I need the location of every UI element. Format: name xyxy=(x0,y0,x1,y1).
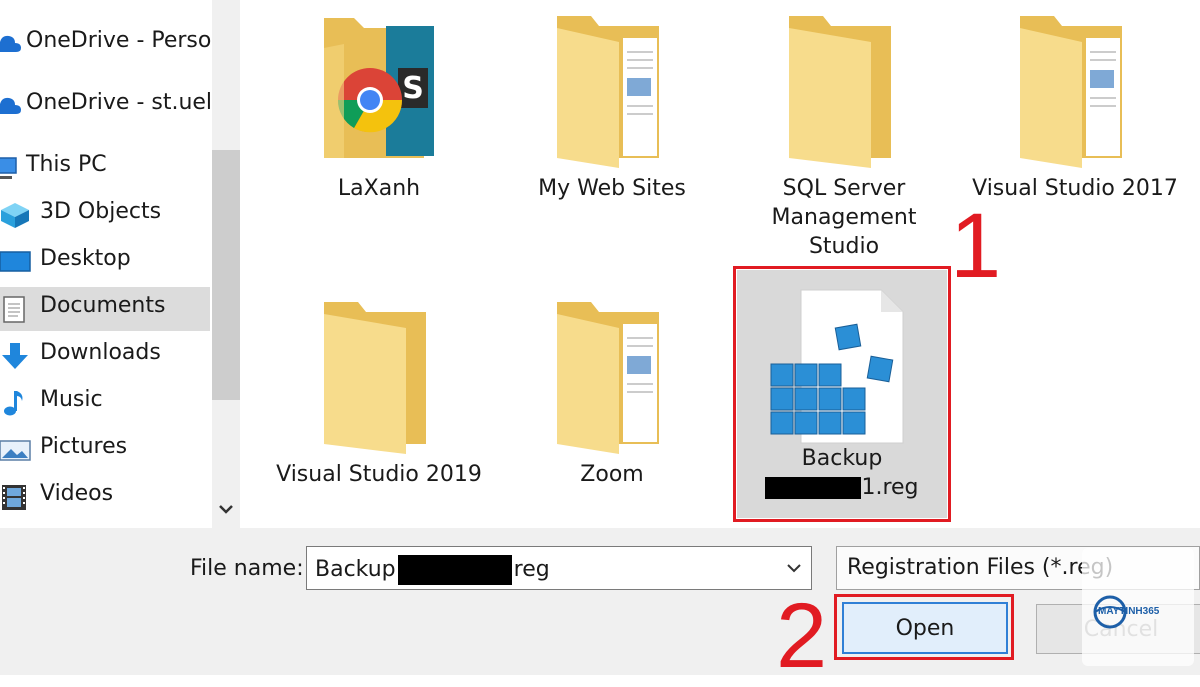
scroll-down-arrow-icon[interactable] xyxy=(212,494,240,524)
navigation-pane: OneDrive - Persor OneDrive - st.uel.e Th… xyxy=(0,0,240,528)
videos-film-icon xyxy=(2,485,26,510)
open-file-dialog: OneDrive - Persor OneDrive - st.uel.e Th… xyxy=(0,0,1200,682)
sidebar-item-label: Videos xyxy=(40,481,114,506)
dialog-footer: File name: Backup reg Registration Files … xyxy=(0,528,1200,682)
3d-objects-icon xyxy=(1,203,29,228)
file-name: SQL Server Management Studio xyxy=(771,176,917,259)
folder-with-documents-icon xyxy=(557,302,659,454)
folder-icon xyxy=(324,302,426,454)
folder-item-laxanh[interactable]: S LaXanh xyxy=(269,8,489,203)
sidebar-item-label: OneDrive - Persor xyxy=(26,28,221,53)
file-list-pane: S LaXanh My Web Sites SQL Server Managem… xyxy=(240,0,1200,528)
sidebar-item-onedrive-school[interactable]: OneDrive - st.uel.e xyxy=(0,84,233,128)
folder-with-chrome-icon: S xyxy=(324,18,434,158)
file-name-suffix: reg xyxy=(513,557,550,582)
documents-icon xyxy=(3,296,25,323)
step-number-1: 1 xyxy=(950,195,1002,297)
svg-text:S: S xyxy=(402,71,424,106)
sidebar-item-label: Desktop xyxy=(40,246,131,271)
sidebar-item-onedrive-personal[interactable]: OneDrive - Persor xyxy=(0,22,220,66)
sidebar-item-label: Pictures xyxy=(40,434,128,459)
sidebar-item-label: OneDrive - st.uel.e xyxy=(26,90,233,115)
desktop-icon xyxy=(0,251,31,272)
highlight-box-step-2 xyxy=(834,594,1014,660)
sidebar-item-downloads[interactable]: Downloads xyxy=(0,334,210,378)
sidebar-item-documents[interactable]: Documents xyxy=(0,287,210,331)
folder-item-my-web-sites[interactable]: My Web Sites xyxy=(502,8,722,203)
sidebar-scrollbar[interactable] xyxy=(212,0,240,528)
pictures-icon xyxy=(0,440,31,461)
onedrive-cloud-icon xyxy=(0,97,21,114)
file-name: LaXanh xyxy=(337,176,421,201)
onedrive-cloud-icon xyxy=(0,35,21,52)
sidebar-item-label: Downloads xyxy=(40,340,161,365)
folder-with-documents-icon xyxy=(1020,16,1122,168)
music-note-icon xyxy=(4,391,23,416)
sidebar-item-this-pc[interactable]: This PC xyxy=(0,146,210,190)
computer-icon xyxy=(0,157,17,179)
sidebar-item-label: 3D Objects xyxy=(40,199,162,224)
step-number-2: 2 xyxy=(776,585,828,687)
file-name: My Web Sites xyxy=(538,176,686,201)
folder-item-visual-studio-2019[interactable]: Visual Studio 2019 xyxy=(269,294,489,489)
sidebar-item-label: Documents xyxy=(40,293,166,318)
scrollbar-thumb[interactable] xyxy=(212,150,240,400)
file-name: Zoom xyxy=(580,462,644,487)
download-arrow-icon xyxy=(2,343,28,369)
sidebar-item-label: This PC xyxy=(26,152,107,177)
folder-item-sql-server-management-studio[interactable]: SQL Server Management Studio xyxy=(734,8,954,261)
sidebar-item-pictures[interactable]: Pictures xyxy=(0,428,210,472)
folder-item-visual-studio-2017[interactable]: Visual Studio 2017 xyxy=(965,8,1185,203)
folder-with-documents-icon xyxy=(557,16,659,168)
file-name: Visual Studio 2019 xyxy=(276,462,482,487)
file-type-value: Registration Files (*.reg) xyxy=(847,555,1114,580)
sidebar-item-label: Music xyxy=(40,387,103,412)
folder-icon xyxy=(789,16,891,168)
sidebar-item-desktop[interactable]: Desktop xyxy=(0,240,210,284)
watermark-brand: MAYTINH365 xyxy=(1098,606,1160,617)
file-name-label: File name: xyxy=(190,556,304,581)
sidebar-item-3d-objects[interactable]: 3D Objects xyxy=(0,193,210,237)
highlight-box-step-1 xyxy=(733,266,951,522)
sidebar-item-videos[interactable]: Videos xyxy=(0,475,210,519)
file-name-value: Backup reg xyxy=(315,555,550,585)
sidebar-item-music[interactable]: Music xyxy=(0,381,210,425)
folder-item-zoom[interactable]: Zoom xyxy=(502,294,722,489)
file-name-input[interactable]: Backup reg xyxy=(306,546,812,590)
redaction-block xyxy=(397,555,512,585)
file-name-prefix: Backup xyxy=(315,557,396,582)
chevron-down-icon[interactable] xyxy=(783,557,805,579)
